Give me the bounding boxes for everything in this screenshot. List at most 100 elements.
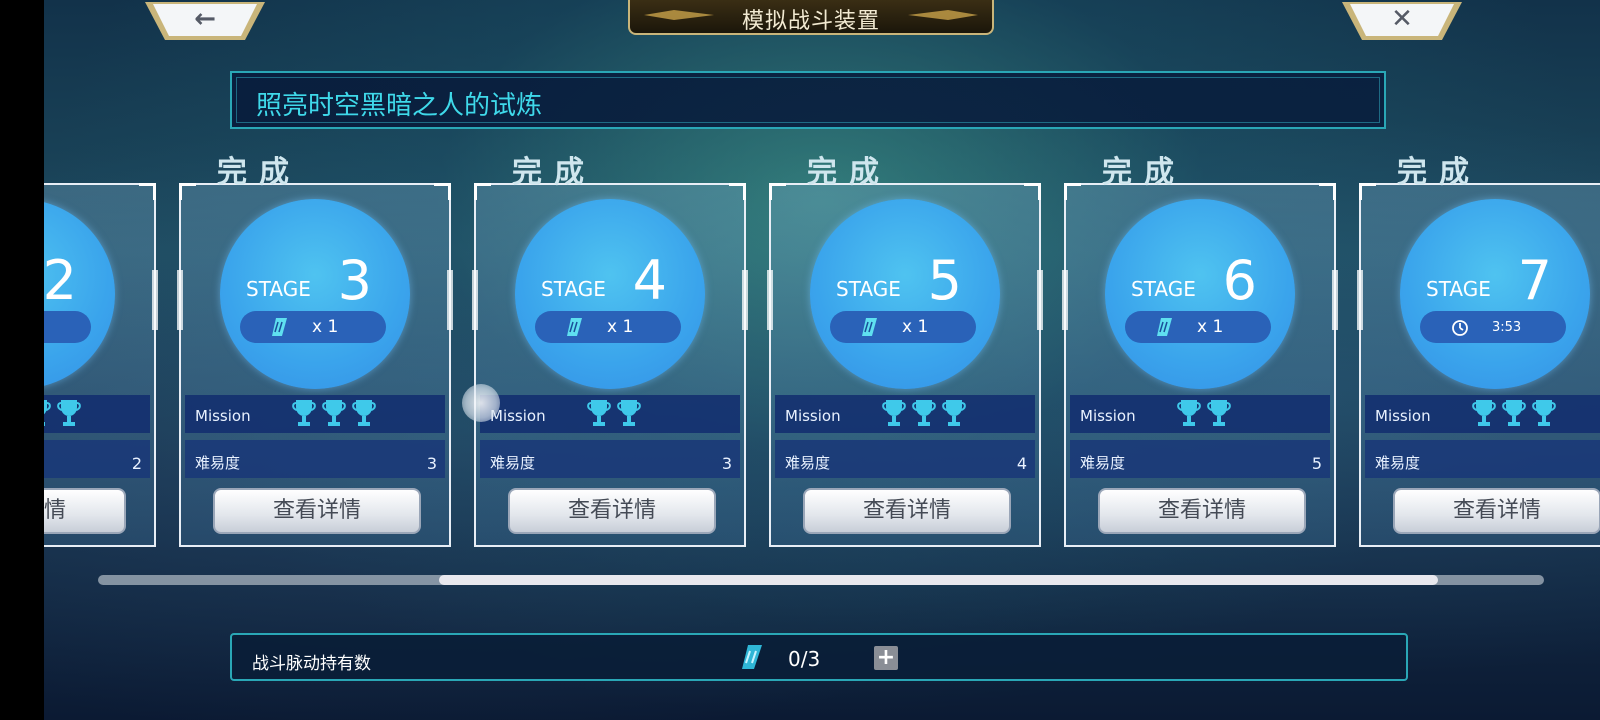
view-details-button[interactable]: 查看详情 <box>1393 488 1600 534</box>
difficulty-value: 2 <box>131 454 142 473</box>
stage-circle: STAGE 5 x 1 <box>810 199 1000 389</box>
stage-number: 5 <box>927 249 962 312</box>
stage-label: STAGE <box>1426 277 1491 301</box>
card-corner <box>139 183 156 200</box>
ticket-icon <box>1157 318 1172 336</box>
horizontal-scrollbar[interactable] <box>98 575 1544 585</box>
trophy-icon <box>617 400 641 426</box>
stage-number: 7 <box>1517 249 1552 312</box>
stage-card[interactable]: 完成STAGE2Mission难易度2查看详情 <box>44 183 158 547</box>
difficulty-row: 难易度 <box>1365 440 1600 478</box>
view-details-button[interactable]: 查看详情 <box>213 488 421 534</box>
card-corner <box>1319 183 1336 200</box>
mission-row: Mission <box>185 395 445 433</box>
trophy-icon <box>57 400 81 426</box>
mission-label: Mission <box>1375 407 1431 425</box>
stage-card[interactable]: 完成 STAGE 4 x 1 Mission 难易度 3 查看详情 <box>472 155 748 547</box>
difficulty-value: 4 <box>1016 454 1027 473</box>
stage-card[interactable]: 完成 STAGE 5 x 1 Mission 难易度 4 查看详情 <box>767 155 1043 547</box>
view-details-button[interactable]: 查看详情 <box>803 488 1011 534</box>
card-corner <box>179 183 196 200</box>
view-details-button[interactable]: 查看详情 <box>1098 488 1306 534</box>
battle-pulse-panel: 战斗脉动持有数 0/3 + <box>230 633 1408 681</box>
mission-label: Mission <box>1080 407 1136 425</box>
stage-cost-pill: x 1 <box>1125 311 1271 343</box>
difficulty-label: 难易度 <box>785 454 831 472</box>
card-side-tab <box>472 270 478 330</box>
stage-cost-value: x 1 <box>312 317 339 337</box>
trophy-icon <box>352 400 376 426</box>
stage-circle: STAGE2 <box>44 199 115 389</box>
difficulty-row: 难易度 3 <box>185 440 445 478</box>
mission-trophies <box>291 397 377 429</box>
difficulty-row: 难易度 4 <box>775 440 1035 478</box>
complete-label: 完成 <box>512 155 596 190</box>
trophy-icon <box>882 400 906 426</box>
ticket-icon <box>862 318 877 336</box>
stage-cost-pill: x 1 <box>535 311 681 343</box>
trophy-icon <box>1502 400 1526 426</box>
card-side-tab <box>1332 270 1338 330</box>
trophy-icon <box>1472 400 1496 426</box>
complete-label: 完成 <box>807 155 891 190</box>
stage-cost-value: x 1 <box>607 317 634 337</box>
stage-card[interactable]: 完成 STAGE 3 x 1 Mission 难易度 3 查看详情 <box>177 155 453 547</box>
card-side-tab <box>1357 270 1363 330</box>
mission-trophies <box>1176 397 1232 429</box>
difficulty-label: 难易度 <box>490 454 536 472</box>
mission-row: Mission <box>44 395 150 433</box>
ticket-icon <box>567 318 582 336</box>
difficulty-label: 难易度 <box>195 454 241 472</box>
battle-pulse-ticket-icon <box>742 645 762 669</box>
ticket-icon <box>272 318 287 336</box>
trophy-icon <box>322 400 346 426</box>
mission-trophies <box>586 397 642 429</box>
stage-circle: STAGE 4 x 1 <box>515 199 705 389</box>
game-screen: ← 模拟战斗装置 ✕ 照亮时空黑暗之人的试炼 完成STAGE2Mission难易… <box>44 0 1600 720</box>
view-details-button[interactable]: 查看详情 <box>44 488 126 534</box>
mission-row: Mission <box>480 395 740 433</box>
scrollbar-thumb[interactable] <box>439 575 1439 585</box>
stage-cost-value: x 1 <box>1197 317 1224 337</box>
stage-cost-pill <box>44 311 91 343</box>
trophy-icon <box>587 400 611 426</box>
stage-cost-value: x 1 <box>902 317 929 337</box>
trophy-icon <box>942 400 966 426</box>
mission-row: Mission <box>775 395 1035 433</box>
trophy-icon <box>1177 400 1201 426</box>
stage-number: 6 <box>1222 249 1257 312</box>
stage-card[interactable]: 完成 STAGE 7 3:53 Mission 难易度查看详情 <box>1357 155 1600 547</box>
card-side-tab <box>1062 270 1068 330</box>
difficulty-label: 难易度 <box>1375 454 1421 472</box>
view-details-button[interactable]: 查看详情 <box>508 488 716 534</box>
card-corner <box>1024 183 1041 200</box>
trophy-icon <box>1207 400 1231 426</box>
timer-icon <box>1452 320 1468 336</box>
difficulty-value: 3 <box>426 454 437 473</box>
stage-circle: STAGE 3 x 1 <box>220 199 410 389</box>
complete-label: 完成 <box>1102 155 1186 190</box>
stage-label: STAGE <box>541 277 606 301</box>
card-side-tab <box>742 270 748 330</box>
stage-cost-pill: x 1 <box>240 311 386 343</box>
card-corner <box>1064 183 1081 200</box>
difficulty-value: 3 <box>721 454 732 473</box>
stage-label: STAGE <box>836 277 901 301</box>
add-battle-pulse-button[interactable]: + <box>874 646 898 670</box>
touch-cursor-indicator <box>462 384 500 422</box>
trophy-icon <box>912 400 936 426</box>
difficulty-value: 5 <box>1311 454 1322 473</box>
difficulty-label: 难易度 <box>1080 454 1126 472</box>
card-corner <box>434 183 451 200</box>
stage-number: 2 <box>44 249 77 312</box>
card-corner <box>474 183 491 200</box>
card-side-tab <box>152 270 158 330</box>
difficulty-row: 难易度 5 <box>1070 440 1330 478</box>
stage-cost-value: 3:53 <box>1492 320 1522 335</box>
trophy-icon <box>44 400 51 426</box>
stage-circle: STAGE 7 3:53 <box>1400 199 1590 389</box>
mission-trophies <box>881 397 967 429</box>
complete-label: 完成 <box>1397 155 1481 190</box>
card-side-tab <box>177 270 183 330</box>
stage-card[interactable]: 完成 STAGE 6 x 1 Mission 难易度 5 查看详情 <box>1062 155 1338 547</box>
